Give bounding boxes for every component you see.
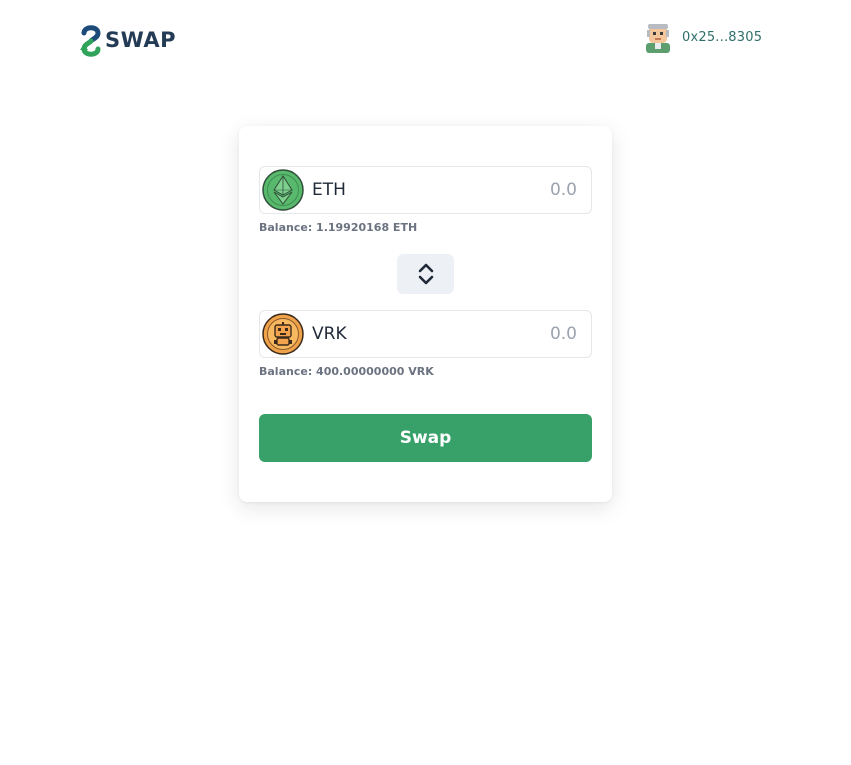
from-balance: Balance: 1.19920168 ETH [259,221,418,234]
top-header: SWAP 0x25...8305 [0,0,851,80]
to-balance: Balance: 400.00000000 VRK [259,365,434,378]
account-button[interactable]: 0x25...8305 [640,20,776,54]
logo-text: SWAP [105,28,176,52]
ethereum-icon [262,169,304,211]
swap-card: ETH Balance: 1.19920168 ETH VRK [239,126,612,502]
from-token-symbol: ETH [312,180,346,200]
from-token-field: ETH [259,166,592,214]
to-token-symbol: VRK [312,324,347,344]
vrk-robot-icon [262,313,304,355]
to-token-selector[interactable]: VRK [260,311,347,357]
to-token-field: VRK [259,310,592,358]
swap-logo-icon [80,25,101,57]
flip-tokens-button[interactable] [397,254,454,294]
swap-button[interactable]: Swap [259,414,592,462]
from-token-selector[interactable]: ETH [260,167,346,213]
app-logo[interactable]: SWAP [78,20,176,60]
chevron-up-down-icon [418,263,433,285]
user-avatar-icon [646,24,670,53]
from-amount-input[interactable] [437,167,577,213]
wallet-address: 0x25...8305 [682,29,763,45]
to-amount-input[interactable] [437,311,577,357]
